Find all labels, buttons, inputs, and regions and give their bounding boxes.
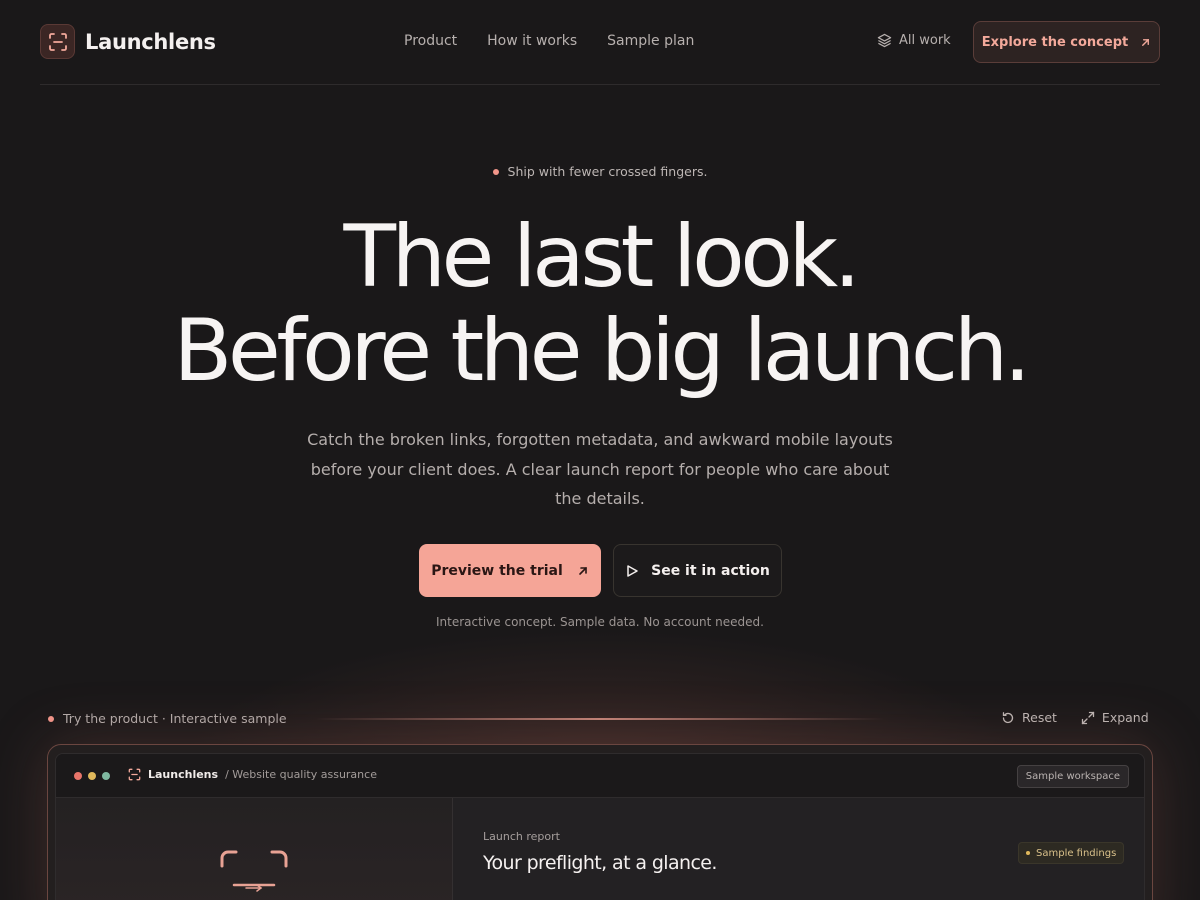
demo-dot [48,715,54,722]
minimize-dot[interactable] [88,772,96,780]
expand-icon [1081,711,1095,724]
scan-frame-icon [128,768,141,781]
all-work-label: All work [899,33,951,48]
maximize-dot[interactable] [102,772,110,780]
hero-fine-print: Interactive concept. Sample data. No acc… [436,615,764,629]
layers-icon [877,33,892,48]
nav-link-product[interactable]: Product [404,33,457,49]
arrow-up-right-icon [1142,38,1150,46]
reset-icon [1002,711,1014,723]
see-in-action-button[interactable]: See it in action [613,544,782,597]
workspace-badge[interactable]: Sample workspace [1016,765,1129,788]
see-in-action-label: See it in action [651,562,770,579]
top-nav: Launchlens Product How it works Sample p… [40,0,1160,85]
report-label: Launch report [483,830,560,843]
nav-links: Product How it works Sample plan [404,33,694,49]
close-dot[interactable] [74,772,82,780]
nav-link-how-it-works[interactable]: How it works [487,33,577,49]
eyebrow-dot [492,168,499,175]
report-pane: Launch report Your preflight, at a glanc… [453,798,1144,900]
scan-frame-icon [40,24,75,59]
demo-divider-line [315,718,885,720]
explore-concept-label: Explore the concept [981,34,1129,50]
sample-findings-badge: Sample findings [1018,842,1125,864]
explore-concept-button[interactable]: Explore the concept [973,21,1160,63]
arrow-up-right-icon [578,566,587,575]
expand-button[interactable]: Expand [1081,710,1149,725]
hero-headline: The last look. Before the big launch. [0,210,1200,398]
all-work-link[interactable]: All work [877,33,951,48]
demo-actions: Reset Expand [1001,710,1149,725]
window-titlebar: Launchlens / Website quality assurance S… [56,754,1144,798]
window-brand-name: Launchlens [148,768,219,781]
window-brand: Launchlens / Website quality assurance [128,768,377,781]
demo-label-text: Try the product · Interactive sample [63,711,287,726]
headline-line-1: The last look. [343,207,861,307]
preview-trial-label: Preview the trial [431,562,563,579]
demo-label: Try the product · Interactive sample [48,711,287,726]
findings-dot [1026,851,1030,855]
brand[interactable]: Launchlens [40,24,216,59]
app-window: Launchlens / Website quality assurance S… [55,753,1145,900]
hero-subheading: Catch the broken links, forgotten metada… [307,430,893,508]
window-controls [74,772,110,780]
hero-eyebrow: Ship with fewer crossed fingers. [0,164,1200,179]
brand-name: Launchlens [85,29,216,54]
expand-label: Expand [1101,710,1149,725]
findings-label: Sample findings [1036,847,1117,859]
reset-label: Reset [1022,710,1057,725]
scanner-pane [56,798,453,900]
nav-link-sample-plan[interactable]: Sample plan [607,33,694,49]
headline-line-2: Before the big launch. [173,301,1031,401]
report-title: Your preflight, at a glance. [483,852,717,874]
eyebrow-text: Ship with fewer crossed fingers. [507,164,708,179]
preview-trial-button[interactable]: Preview the trial [419,544,601,597]
window-brand-subtitle: / Website quality assurance [225,768,377,781]
reset-button[interactable]: Reset [1001,710,1057,725]
play-icon [627,564,638,577]
scan-target-icon [220,850,288,892]
